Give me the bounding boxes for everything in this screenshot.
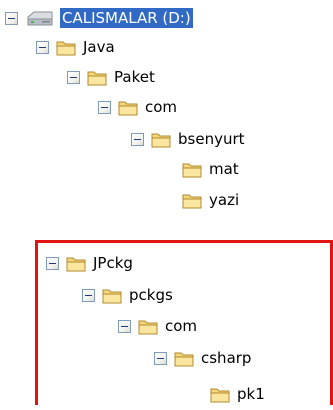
tree-node-label: pk1 — [237, 385, 265, 403]
tree-node-java[interactable]: Java — [36, 31, 117, 63]
folder-icon — [182, 161, 202, 178]
folder-icon — [151, 131, 171, 148]
collapse-toggle[interactable] — [98, 100, 111, 114]
folder-icon — [56, 39, 76, 56]
tree-node-mat[interactable]: mat — [162, 153, 241, 185]
tree-node-com-2[interactable]: com — [118, 310, 199, 342]
folder-icon — [102, 287, 122, 304]
folder-icon — [138, 318, 158, 335]
tree-node-label: Java — [83, 38, 115, 56]
tree-node-paket[interactable]: Paket — [67, 61, 157, 93]
tree-node-csharp[interactable]: csharp — [154, 342, 253, 374]
tree-node-bsenyurt[interactable]: bsenyurt — [131, 123, 247, 155]
tree-node-com[interactable]: com — [98, 91, 179, 123]
collapse-toggle[interactable] — [118, 319, 131, 333]
collapse-toggle[interactable] — [46, 256, 59, 270]
tree-node-jpckg[interactable]: JPckg — [46, 247, 135, 279]
tree-node-calismalar-drive[interactable]: CALISMALAR (D:) — [5, 2, 193, 34]
tree-node-pckgs[interactable]: pckgs — [82, 279, 175, 311]
folder-icon — [174, 350, 194, 367]
tree-node-pk1[interactable]: pk1 — [190, 378, 267, 410]
tree-node-label: com — [165, 317, 198, 335]
tree-node-label: JPckg — [93, 254, 133, 272]
tree-node-yazi[interactable]: yazi — [162, 184, 241, 216]
tree-node-label: bsenyurt — [178, 130, 245, 148]
collapse-toggle[interactable] — [82, 288, 95, 302]
folder-icon — [210, 386, 230, 403]
collapse-toggle[interactable] — [36, 40, 49, 54]
folder-icon — [66, 255, 86, 272]
tree-node-label: csharp — [201, 349, 252, 367]
collapse-toggle[interactable] — [154, 351, 167, 365]
collapse-toggle[interactable] — [5, 11, 18, 25]
tree-node-label: mat — [209, 160, 239, 178]
tree-node-label: yazi — [209, 191, 240, 209]
folder-icon — [182, 192, 202, 209]
folder-icon — [87, 69, 107, 86]
drive-icon — [25, 8, 55, 28]
collapse-toggle[interactable] — [131, 132, 144, 146]
tree-node-label: CALISMALAR (D:) — [60, 8, 193, 28]
tree-node-label: Paket — [114, 68, 155, 86]
folder-icon — [118, 99, 138, 116]
tree-node-label: com — [145, 98, 178, 116]
collapse-toggle[interactable] — [67, 70, 80, 84]
tree-node-label: pckgs — [129, 286, 173, 304]
